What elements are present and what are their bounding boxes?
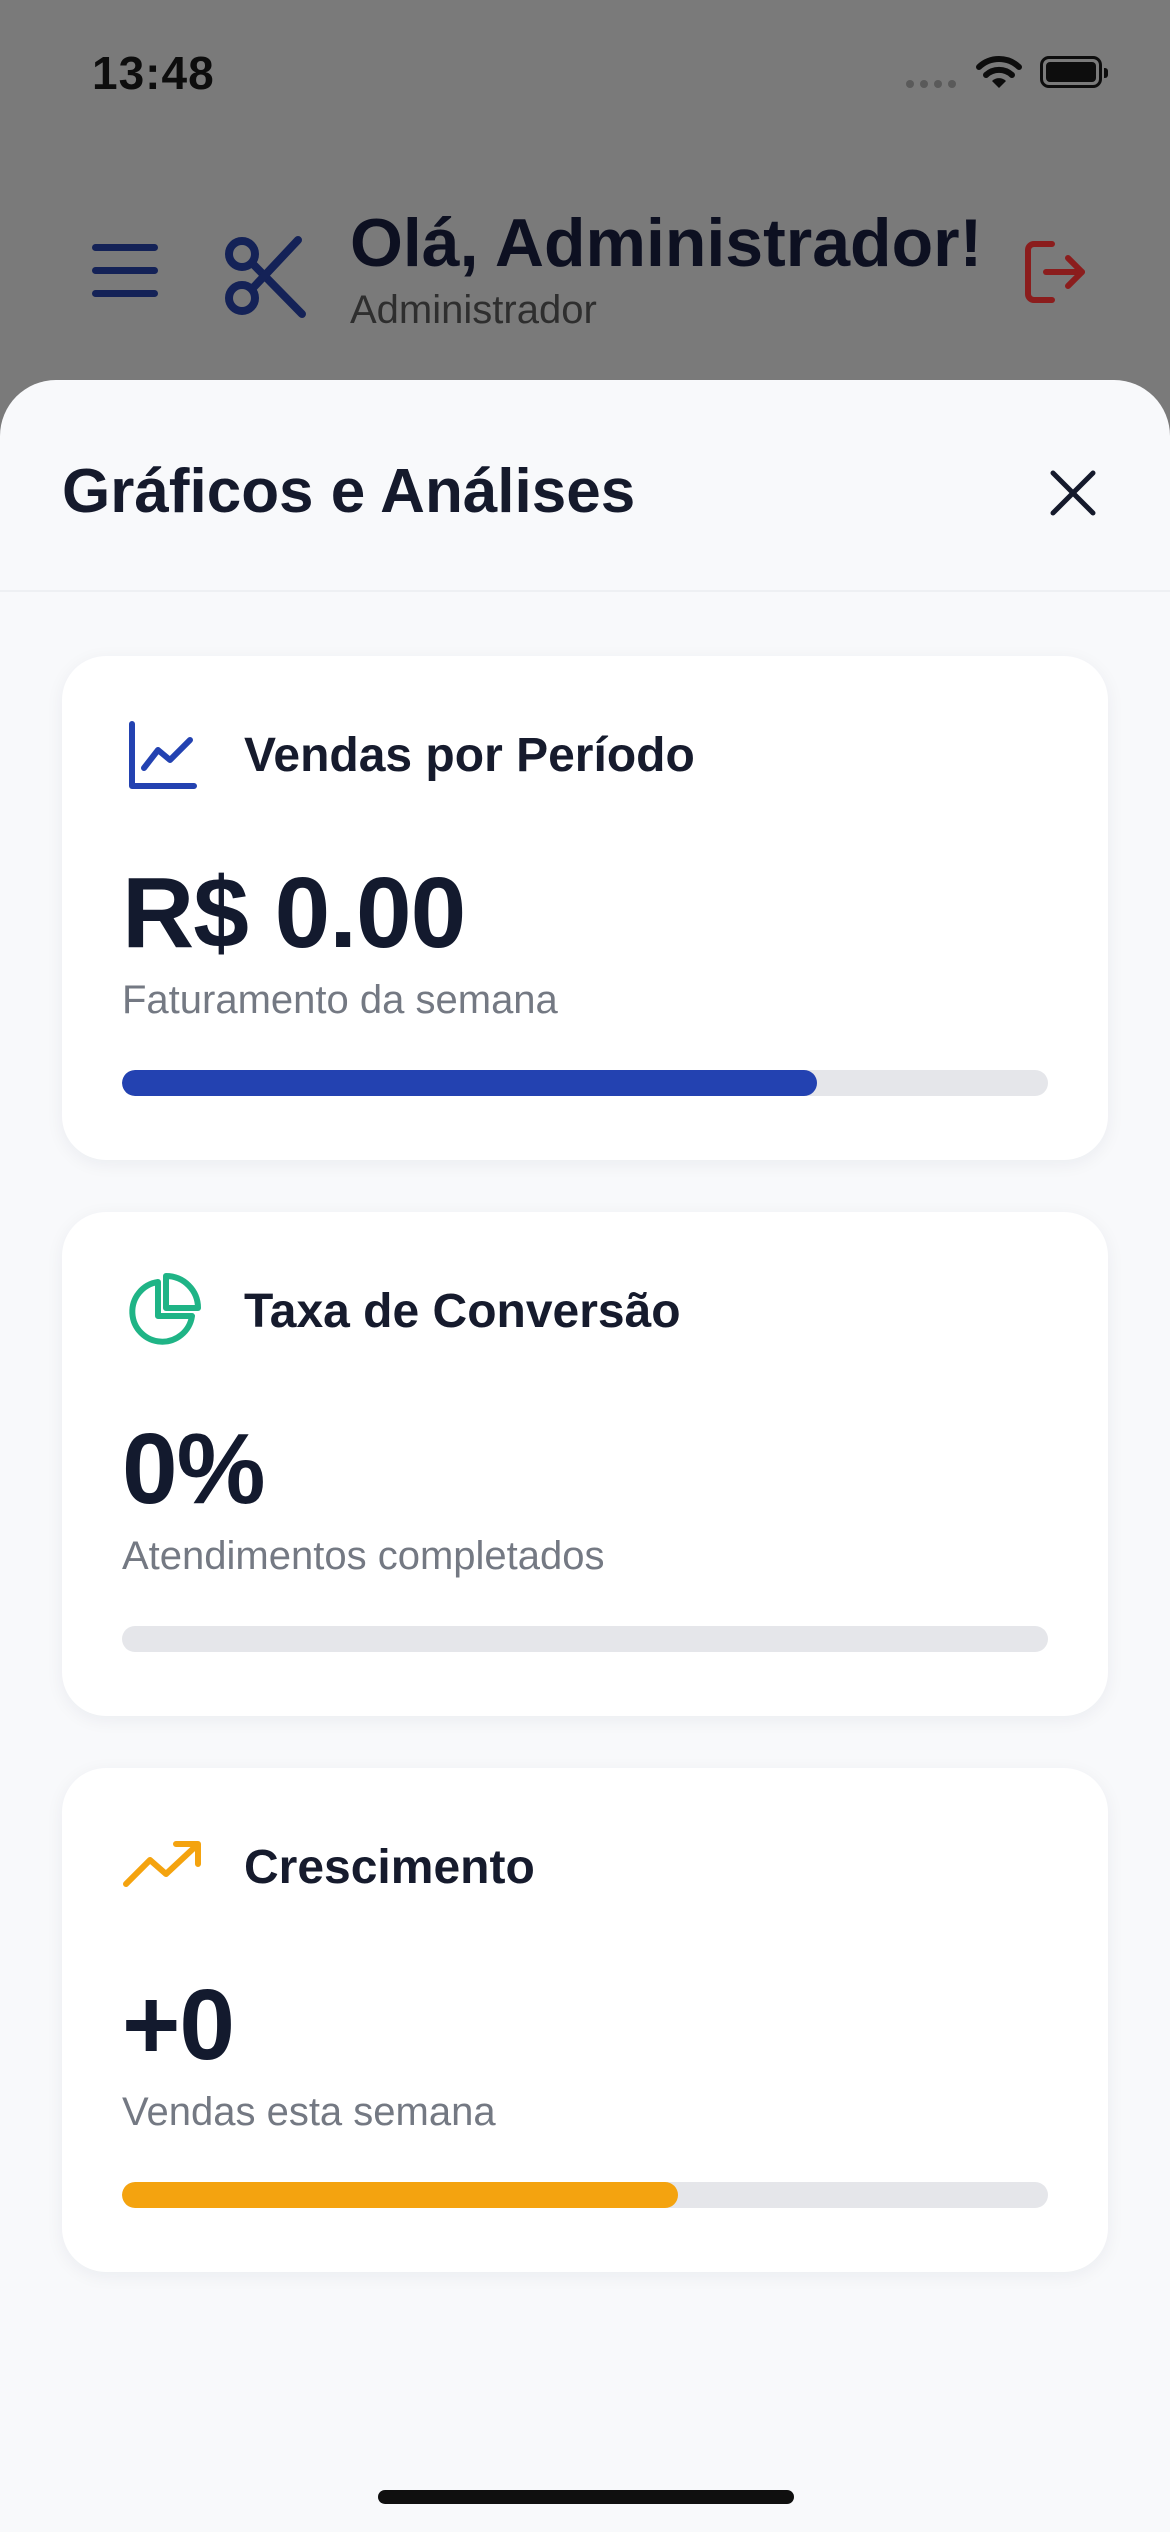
progress-track [122, 2182, 1048, 2208]
card-subtitle: Atendimentos completados [122, 1534, 605, 1578]
user-role: Administrador [350, 288, 597, 332]
card-title: Vendas por Período [244, 729, 695, 782]
close-button[interactable] [1042, 462, 1104, 524]
close-icon [1050, 470, 1096, 516]
line-chart-icon [129, 721, 197, 789]
card-value: R$ 0.00 [122, 857, 466, 969]
card-value: 0% [122, 1413, 266, 1525]
progress-track [122, 1626, 1048, 1652]
wifi-icon [976, 56, 1022, 88]
card-title: Taxa de Conversão [244, 1285, 681, 1338]
card-subtitle: Vendas esta semana [122, 2090, 496, 2134]
battery-icon [1040, 56, 1108, 88]
growth-card: Crescimento +0 Vendas esta semana [62, 1768, 1108, 2272]
card-title: Crescimento [244, 1841, 535, 1894]
progress-track [122, 1070, 1048, 1096]
greeting-title: Olá, Administrador! [350, 205, 983, 281]
app-header: Olá, Administrador! Administrador [0, 200, 1170, 360]
logout-icon[interactable] [1022, 236, 1088, 308]
home-indicator[interactable] [378, 2490, 794, 2504]
scissors-icon [225, 236, 306, 318]
signal-icon [906, 80, 956, 88]
conversion-rate-card: Taxa de Conversão 0% Atendimentos comple… [62, 1212, 1108, 1716]
background-app: 13:48 Olá, Administrador! Administrador [0, 0, 1170, 420]
trending-up-icon [123, 1841, 201, 1887]
analytics-sheet: Gráficos e Análises Vendas por Período R… [0, 380, 1170, 2532]
card-subtitle: Faturamento da semana [122, 978, 558, 1022]
status-bar: 13:48 [0, 0, 1170, 140]
card-value: +0 [122, 1969, 235, 2081]
progress-fill [122, 2182, 678, 2208]
sales-period-card: Vendas por Período R$ 0.00 Faturamento d… [62, 656, 1108, 1160]
progress-fill [122, 1070, 817, 1096]
menu-icon[interactable] [92, 244, 158, 300]
pie-chart-icon [129, 1273, 201, 1345]
greeting-block: Olá, Administrador! Administrador [350, 200, 982, 334]
status-time: 13:48 [92, 47, 215, 99]
sheet-header: Gráficos e Análises [0, 380, 1170, 592]
sheet-title: Gráficos e Análises [62, 457, 636, 526]
